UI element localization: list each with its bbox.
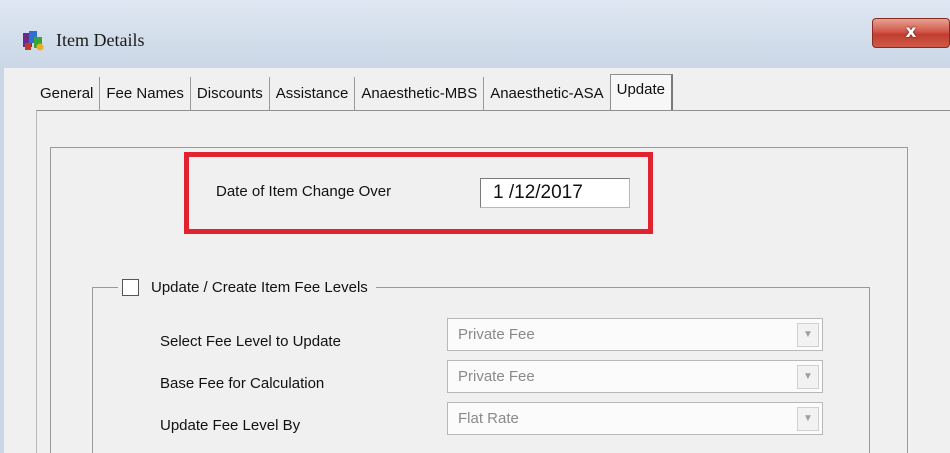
highlight-annotation	[184, 152, 653, 234]
tab-strip: General Fee Names Discounts Assistance A…	[34, 74, 673, 111]
base-fee-label: Base Fee for Calculation	[160, 375, 325, 392]
select-fee-level-label: Select Fee Level to Update	[160, 333, 341, 350]
select-fee-level-value: Private Fee	[458, 326, 535, 343]
update-fee-by-label: Update Fee Level By	[160, 417, 301, 434]
update-fee-levels-label: Update / Create Item Fee Levels	[151, 278, 368, 296]
chevron-down-icon[interactable]: ▼	[797, 365, 819, 389]
window-title: Item Details	[56, 30, 145, 50]
window-left-border	[0, 68, 4, 453]
tab-fee-names[interactable]: Fee Names	[100, 77, 191, 111]
update-fee-by-dropdown[interactable]: Flat Rate ▼	[447, 402, 823, 435]
tab-anaesthetic-asa[interactable]: Anaesthetic-ASA	[484, 77, 609, 111]
app-icon	[22, 30, 46, 52]
update-fee-by-value: Flat Rate	[458, 410, 519, 427]
tab-assistance[interactable]: Assistance	[270, 77, 356, 111]
base-fee-value: Private Fee	[458, 368, 535, 385]
tab-anaesthetic-mbs[interactable]: Anaesthetic-MBS	[355, 77, 485, 111]
tab-discounts[interactable]: Discounts	[191, 77, 270, 111]
tab-update[interactable]: Update	[609, 74, 673, 111]
chevron-down-icon[interactable]: ▼	[797, 407, 819, 431]
fee-levels-group-header: Update / Create Item Fee Levels	[118, 276, 376, 298]
base-fee-dropdown[interactable]: Private Fee ▼	[447, 360, 823, 393]
tab-general[interactable]: General	[34, 77, 101, 111]
update-fee-levels-checkbox[interactable]	[122, 278, 139, 296]
chevron-down-icon[interactable]: ▼	[797, 323, 819, 347]
close-button[interactable]: x	[872, 18, 950, 48]
select-fee-level-dropdown[interactable]: Private Fee ▼	[447, 318, 823, 351]
